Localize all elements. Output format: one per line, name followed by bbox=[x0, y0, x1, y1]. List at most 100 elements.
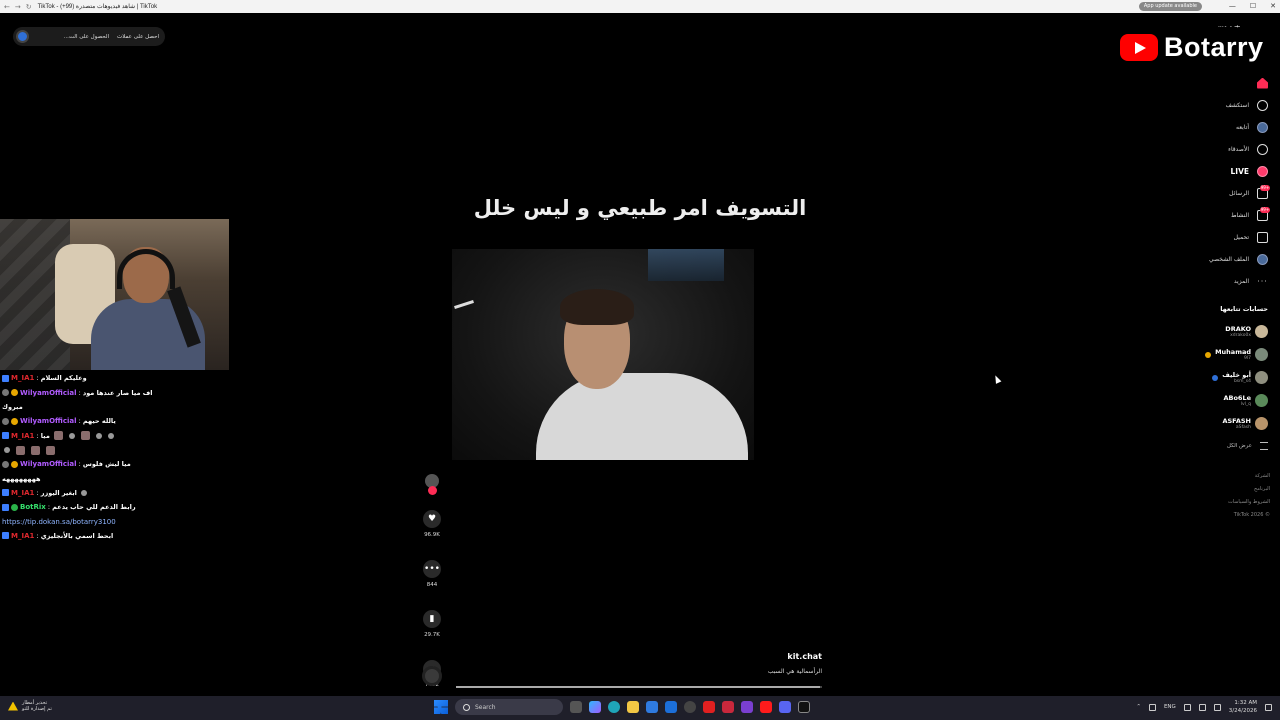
taskbar-clock[interactable]: 1:32 AM 3/24/2026 bbox=[1229, 699, 1257, 715]
taskbar-search[interactable]: Search bbox=[455, 699, 563, 715]
footer-link-terms[interactable]: الشروط والسياسات bbox=[1228, 496, 1270, 509]
forward-icon[interactable]: → bbox=[15, 3, 21, 11]
settings-gear-icon[interactable] bbox=[684, 701, 696, 713]
chat-text: مبروك bbox=[2, 403, 23, 411]
account-handle: bsm_s4 bbox=[1233, 379, 1251, 384]
footer-copyright: TikTok 2026 © bbox=[1233, 512, 1270, 518]
account-avatar bbox=[1255, 394, 1268, 407]
platform-badge-icon bbox=[2, 389, 9, 397]
like-count: 96.9K bbox=[424, 532, 440, 538]
notification-bell-icon[interactable] bbox=[1265, 703, 1272, 711]
platform-badge-icon bbox=[2, 432, 9, 440]
nav-messages[interactable]: الرسائل 99+ bbox=[1148, 182, 1270, 204]
discord-icon[interactable] bbox=[779, 701, 791, 713]
youtube-app-icon[interactable] bbox=[703, 701, 715, 713]
chat-text: ميا ليش فلوس bbox=[82, 460, 131, 469]
app-red-icon[interactable] bbox=[722, 701, 734, 713]
creator-avatar[interactable] bbox=[425, 474, 439, 495]
nav-explore[interactable]: استكشف bbox=[1148, 94, 1268, 116]
mail-icon[interactable] bbox=[665, 701, 677, 713]
following-account[interactable]: أبو خليف bsm_s4 bbox=[1148, 366, 1268, 389]
nav-activity[interactable]: النشاط 99+ bbox=[1148, 204, 1270, 226]
volume-icon[interactable] bbox=[1198, 703, 1206, 711]
nav-more[interactable]: المزيد ··· bbox=[1148, 270, 1268, 292]
reload-icon[interactable]: ↻ bbox=[26, 3, 32, 11]
tray-chevron-icon[interactable]: ⌃ bbox=[1136, 704, 1141, 710]
network-icon[interactable] bbox=[1183, 703, 1191, 711]
tiktok-icon[interactable] bbox=[798, 701, 810, 713]
chat-message: M_IA1 : وعليكم السلام bbox=[2, 371, 227, 386]
platform-badge-icon bbox=[2, 417, 9, 425]
nav-friends[interactable]: الأصدقاء bbox=[1148, 138, 1268, 160]
chat-text: ههههههههه bbox=[2, 474, 41, 483]
video-caption: التسويف امر طبيعي و ليس خلل bbox=[473, 196, 807, 220]
copilot-icon[interactable] bbox=[589, 701, 601, 713]
nav-home[interactable] bbox=[1148, 72, 1268, 94]
battery-icon[interactable] bbox=[1213, 703, 1221, 711]
minimize-button[interactable]: — bbox=[1229, 0, 1236, 13]
emote-icon bbox=[31, 445, 40, 455]
account-avatar bbox=[1255, 325, 1268, 338]
mic-tray-icon[interactable] bbox=[1148, 703, 1156, 711]
language-indicator[interactable]: ENG bbox=[1164, 704, 1176, 710]
music-disc-icon[interactable] bbox=[422, 666, 442, 686]
chat-emote-row bbox=[2, 443, 227, 457]
gifter-badge-icon bbox=[11, 417, 18, 425]
see-all-link[interactable]: عرض الكل bbox=[1148, 435, 1268, 457]
get-coins-link[interactable]: احصل على عملات bbox=[117, 34, 159, 40]
file-explorer-icon[interactable] bbox=[627, 701, 639, 713]
app-purple-icon[interactable] bbox=[741, 701, 753, 713]
like-action[interactable]: ♥ 96.9K bbox=[420, 510, 444, 538]
follow-plus-icon[interactable] bbox=[428, 486, 437, 495]
nav-following[interactable]: أتابعه bbox=[1148, 116, 1268, 138]
coins-pill[interactable]: احصل على عملات الحصول على الت... bbox=[13, 27, 165, 46]
video-progress-bar[interactable] bbox=[456, 686, 822, 688]
verified-heart-icon bbox=[1212, 374, 1219, 381]
comment-action[interactable]: ••• 844 bbox=[420, 560, 444, 588]
nav-live[interactable]: LIVE bbox=[1148, 160, 1268, 182]
nav-label: النشاط bbox=[1230, 211, 1249, 219]
footer-link-company[interactable]: الشركة bbox=[1228, 470, 1270, 483]
video-player[interactable] bbox=[452, 249, 754, 460]
save-action[interactable]: ▮ 29.7K bbox=[420, 610, 444, 638]
comment-icon[interactable]: ••• bbox=[423, 560, 441, 578]
chat-text: رابط الدعم للي حاب يدعم bbox=[52, 503, 136, 512]
app-update-badge[interactable]: App update available bbox=[1138, 2, 1202, 11]
messages-icon: 99+ bbox=[1257, 184, 1270, 199]
windows-start-icon[interactable] bbox=[434, 700, 448, 714]
chat-username: M_IA1 bbox=[11, 431, 35, 440]
brand-logo: Botarry bbox=[1120, 32, 1264, 63]
emote-icon bbox=[4, 447, 10, 453]
task-view-icon[interactable] bbox=[570, 701, 582, 713]
clock-time: 1:32 AM bbox=[1234, 700, 1257, 706]
close-button[interactable]: ✕ bbox=[1270, 0, 1276, 13]
video-person-hair bbox=[560, 289, 634, 325]
footer-link-program[interactable]: البرنامج bbox=[1228, 483, 1270, 496]
youtube-studio-icon[interactable] bbox=[760, 701, 772, 713]
nav-profile[interactable]: الملف الشخصي bbox=[1148, 248, 1268, 270]
emote-icon bbox=[95, 432, 102, 439]
edge-icon[interactable] bbox=[608, 701, 620, 713]
get-app-link[interactable]: الحصول على الت... bbox=[64, 34, 109, 40]
list-icon bbox=[1260, 442, 1268, 450]
back-icon[interactable]: ← bbox=[4, 3, 10, 11]
video-progress-fill bbox=[456, 686, 821, 688]
browser-title-bar: ← → ↻ TikTok - (+99) شاهد فيديوهات متصدر… bbox=[0, 0, 1280, 13]
following-account[interactable]: ASFASH aSfash bbox=[1148, 412, 1268, 435]
following-account[interactable]: ABo6Le lvl_q bbox=[1148, 389, 1268, 412]
bookmark-icon[interactable]: ▮ bbox=[423, 610, 441, 628]
nav-upload[interactable]: تحميل bbox=[1148, 226, 1268, 248]
maximize-button[interactable]: ☐ bbox=[1250, 0, 1256, 13]
video-author[interactable]: kit.chat bbox=[700, 652, 822, 661]
weather-widget[interactable]: تحذير أمطار تم إصدارة للتو bbox=[8, 700, 52, 712]
heart-icon[interactable]: ♥ bbox=[423, 510, 441, 528]
following-account[interactable]: DRAKO xdrako0x bbox=[1148, 320, 1268, 343]
user-avatar[interactable] bbox=[16, 30, 29, 43]
chat-username: WilyamOfficial bbox=[20, 388, 77, 397]
following-account[interactable]: Muhamad 9l7 bbox=[1148, 343, 1268, 366]
store-icon[interactable] bbox=[646, 701, 658, 713]
nav-label: الملف الشخصي bbox=[1209, 255, 1249, 263]
chat-link[interactable]: https://tip.dokan.sa/botarry3100 bbox=[2, 518, 116, 526]
upload-plus-icon bbox=[1257, 231, 1268, 243]
warning-icon bbox=[8, 701, 18, 711]
